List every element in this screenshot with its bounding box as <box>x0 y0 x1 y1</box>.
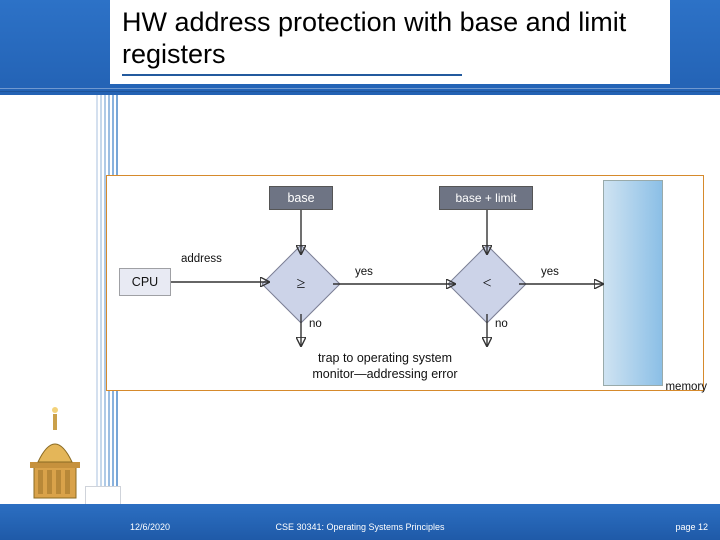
edge-label-no-1: no <box>309 318 322 330</box>
edge-label-yes-1: yes <box>355 266 373 278</box>
comparator-ge: ≥ <box>261 244 340 323</box>
nd-dome-logo <box>20 396 90 506</box>
footer-page: page 12 <box>675 522 708 532</box>
diagram: base base + limit CPU memory ≥ < address… <box>107 176 703 390</box>
op-lt-label: < <box>460 257 514 311</box>
comparator-lt: < <box>447 244 526 323</box>
register-base-box: base <box>269 186 333 210</box>
title-block: HW address protection with base and limi… <box>110 0 670 84</box>
cpu-box: CPU <box>119 268 171 296</box>
trap-line-2: monitor—addressing error <box>265 367 505 383</box>
footer-course: CSE 30341: Operating Systems Principles <box>275 522 444 532</box>
trap-line-1: trap to operating system <box>265 351 505 367</box>
page-title: HW address protection with base and limi… <box>122 6 658 71</box>
memory-block <box>603 180 663 386</box>
edge-label-no-2: no <box>495 318 508 330</box>
title-underline <box>122 74 462 76</box>
diagram-frame: base base + limit CPU memory ≥ < address… <box>106 175 704 391</box>
edge-label-address: address <box>181 253 222 265</box>
cpu-label: CPU <box>132 275 158 289</box>
register-base-label: base <box>287 191 314 205</box>
register-base-limit-box: base + limit <box>439 186 533 210</box>
trap-text: trap to operating system monitor—address… <box>265 351 505 382</box>
register-base-limit-label: base + limit <box>455 191 516 205</box>
memory-label: memory <box>665 381 707 393</box>
edge-label-yes-2: yes <box>541 266 559 278</box>
op-ge-label: ≥ <box>274 257 328 311</box>
footer-date: 12/6/2020 <box>130 522 170 532</box>
